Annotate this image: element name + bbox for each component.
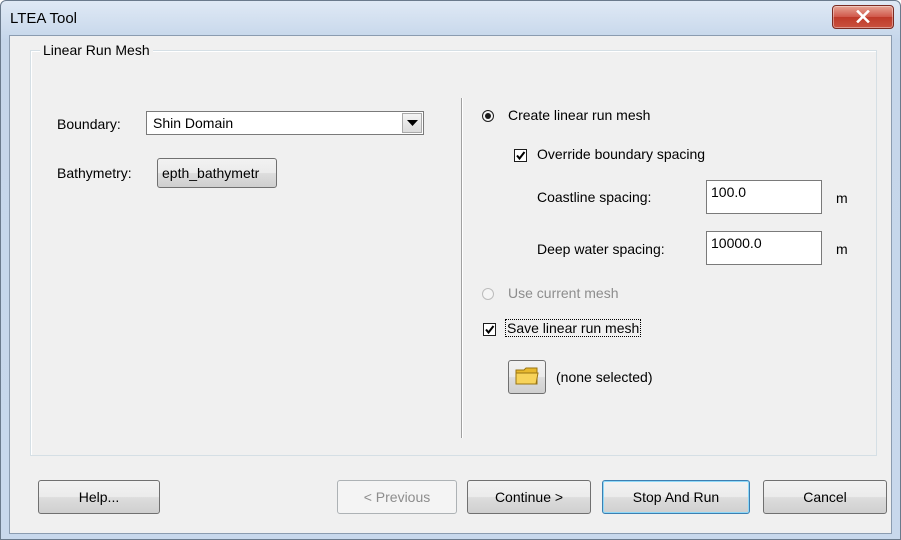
browse-folder-button[interactable] <box>508 360 546 394</box>
use-current-mesh-radio[interactable] <box>482 288 494 300</box>
close-button[interactable] <box>832 5 894 29</box>
bathymetry-select-button[interactable]: epth_bathymetr <box>157 158 277 188</box>
stop-and-run-button[interactable]: Stop And Run <box>602 480 750 514</box>
coastline-spacing-label: Coastline spacing: <box>537 189 652 205</box>
coastline-unit: m <box>836 190 848 206</box>
coastline-spacing-field[interactable] <box>706 180 822 214</box>
boundary-dropdown-button[interactable] <box>402 113 422 133</box>
column-divider <box>461 98 463 438</box>
use-current-mesh-label[interactable]: Use current mesh <box>508 285 618 301</box>
radio-selected-dot <box>485 113 491 119</box>
save-mesh-checkbox[interactable] <box>483 323 496 336</box>
deep-water-unit: m <box>836 241 848 257</box>
boundary-select[interactable]: Shin Domain <box>146 111 424 135</box>
boundary-label: Boundary: <box>57 116 121 132</box>
group-title: Linear Run Mesh <box>40 42 153 58</box>
checkmark-icon <box>485 325 495 335</box>
help-button[interactable]: Help... <box>38 480 160 514</box>
create-mesh-radio[interactable] <box>482 110 494 122</box>
folder-icon <box>515 366 539 389</box>
save-mesh-label[interactable]: Save linear run mesh <box>504 319 642 337</box>
selected-file-label: (none selected) <box>556 369 653 385</box>
override-spacing-checkbox[interactable] <box>514 149 527 162</box>
coastline-spacing-input[interactable] <box>711 184 819 200</box>
checkmark-icon <box>516 151 526 161</box>
create-mesh-label[interactable]: Create linear run mesh <box>508 107 650 123</box>
cancel-button[interactable]: Cancel <box>763 480 887 514</box>
window-title: LTEA Tool <box>10 10 77 27</box>
deep-water-spacing-field[interactable] <box>706 231 822 265</box>
previous-button[interactable]: < Previous <box>337 480 457 514</box>
bathymetry-label: Bathymetry: <box>57 165 132 181</box>
chevron-down-icon <box>407 120 418 126</box>
boundary-selected-value: Shin Domain <box>153 115 234 131</box>
override-spacing-label[interactable]: Override boundary spacing <box>537 146 705 162</box>
title-bar[interactable]: LTEA Tool <box>1 1 900 35</box>
continue-button[interactable]: Continue > <box>467 480 591 514</box>
deep-water-spacing-label: Deep water spacing: <box>537 241 665 257</box>
deep-water-spacing-input[interactable] <box>711 235 819 251</box>
